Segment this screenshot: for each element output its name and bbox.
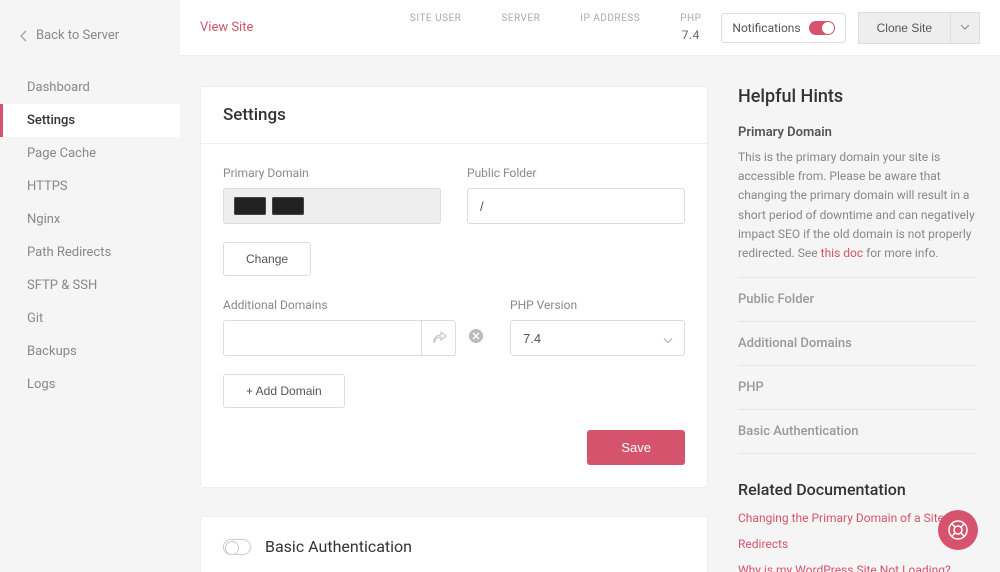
php-version-group: PHP Version (510, 298, 685, 356)
public-folder-label: Public Folder (467, 166, 685, 180)
header-meta: SITE USER SERVER IP ADDRESS PHP 7.4 (410, 13, 701, 42)
public-folder-input[interactable] (467, 188, 685, 224)
view-site-link[interactable]: View Site (200, 20, 253, 35)
settings-card: Settings Primary Domain Public Folder (200, 86, 708, 488)
doc-link-wp-not-loading[interactable]: Why is my WordPress Site Not Loading? (738, 563, 976, 572)
basic-auth-card: Basic Authentication (200, 516, 708, 572)
nav-list: Dashboard Settings Page Cache HTTPS Ngin… (0, 71, 180, 401)
add-domain-button[interactable]: + Add Domain (223, 374, 345, 408)
additional-domains-group: Additional Domains (223, 298, 484, 356)
additional-domain-input[interactable] (224, 321, 421, 355)
hints-column: Helpful Hints Primary Domain This is the… (738, 86, 976, 572)
save-button[interactable]: Save (587, 430, 685, 465)
hint-public-folder[interactable]: Public Folder (738, 278, 976, 322)
settings-card-body: Primary Domain Public Folder Change (201, 144, 707, 487)
php-version-select[interactable] (510, 320, 685, 356)
primary-domain-label: Primary Domain (223, 166, 441, 180)
sidebar-item-path-redirects[interactable]: Path Redirects (0, 236, 180, 269)
notifications-toggle-box[interactable]: Notifications (721, 13, 845, 43)
additional-domains-label: Additional Domains (223, 298, 484, 312)
sidebar-item-logs[interactable]: Logs (0, 368, 180, 401)
sidebar-item-dashboard[interactable]: Dashboard (0, 71, 180, 104)
caret-down-icon (961, 25, 969, 30)
hint-primary-domain: Primary Domain This is the primary domai… (738, 125, 976, 278)
notifications-label: Notifications (732, 21, 800, 35)
notifications-toggle-on[interactable] (809, 21, 835, 35)
primary-domain-group: Primary Domain (223, 166, 441, 224)
hint-basic-auth[interactable]: Basic Authentication (738, 410, 976, 454)
help-fab[interactable] (938, 510, 978, 550)
clone-site-group: Clone Site (858, 12, 980, 44)
hint-php[interactable]: PHP (738, 366, 976, 410)
chevron-left-icon (20, 30, 28, 42)
hint-label: PHP (738, 380, 976, 395)
redacted-text (234, 197, 266, 215)
sidebar-item-backups[interactable]: Backups (0, 335, 180, 368)
topbar: View Site SITE USER SERVER IP ADDRESS PH… (180, 0, 1000, 56)
hint-additional-domains[interactable]: Additional Domains (738, 322, 976, 366)
additional-domain-input-wrap (223, 320, 456, 356)
sidebar-item-git[interactable]: Git (0, 302, 180, 335)
content-column: Settings Primary Domain Public Folder (200, 86, 708, 572)
sidebar-item-https[interactable]: HTTPS (0, 170, 180, 203)
primary-domain-readonly (223, 188, 441, 224)
related-docs-title: Related Documentation (738, 480, 976, 499)
share-icon[interactable] (421, 321, 455, 355)
clear-icon[interactable] (468, 328, 484, 348)
hint-doc-link[interactable]: this doc (821, 246, 864, 260)
sidebar-item-sftp-ssh[interactable]: SFTP & SSH (0, 269, 180, 302)
public-folder-group: Public Folder (467, 166, 685, 224)
hints-title: Helpful Hints (738, 86, 976, 107)
main-area: Settings Primary Domain Public Folder (180, 56, 1000, 572)
sidebar: Back to Server Dashboard Settings Page C… (0, 0, 180, 572)
hint-label: Additional Domains (738, 336, 976, 351)
meta-label: PHP (680, 13, 701, 24)
hint-text: This is the primary domain your site is … (738, 148, 976, 263)
meta-label: IP ADDRESS (580, 13, 640, 24)
hint-label: Public Folder (738, 292, 976, 307)
sidebar-item-page-cache[interactable]: Page Cache (0, 137, 180, 170)
basic-auth-title: Basic Authentication (265, 537, 412, 556)
clone-site-button[interactable]: Clone Site (858, 12, 951, 44)
redacted-text (272, 197, 304, 215)
meta-label: SERVER (501, 13, 540, 24)
back-to-server-link[interactable]: Back to Server (0, 20, 180, 51)
hint-label: Basic Authentication (738, 424, 976, 439)
meta-label: SITE USER (410, 13, 461, 24)
settings-card-title: Settings (201, 87, 707, 144)
php-version-label: PHP Version (510, 298, 685, 312)
meta-php: PHP 7.4 (680, 13, 701, 42)
lifebuoy-icon (947, 519, 969, 541)
sidebar-item-settings[interactable]: Settings (0, 104, 180, 137)
meta-ip: IP ADDRESS (580, 13, 640, 42)
hint-label: Primary Domain (738, 125, 976, 140)
back-label: Back to Server (36, 28, 119, 43)
change-domain-button[interactable]: Change (223, 242, 311, 276)
meta-site-user: SITE USER (410, 13, 461, 42)
meta-php-value: 7.4 (682, 28, 700, 42)
sidebar-item-nginx[interactable]: Nginx (0, 203, 180, 236)
basic-auth-toggle-off[interactable] (223, 539, 251, 555)
meta-server: SERVER (501, 13, 540, 42)
clone-site-dropdown[interactable] (951, 12, 980, 44)
